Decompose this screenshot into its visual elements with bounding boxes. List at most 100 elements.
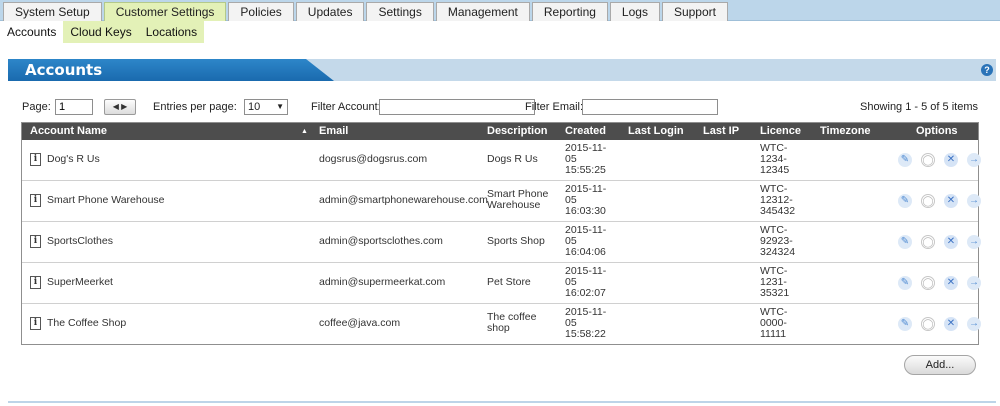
edit-icon[interactable]: ✎ xyxy=(898,153,912,167)
tab-reporting[interactable]: Reporting xyxy=(531,2,608,21)
licence-part-3: 324324 xyxy=(760,246,796,258)
col-account-name[interactable]: Account Name xyxy=(30,125,107,137)
account-description: Pet Store xyxy=(487,276,531,288)
go-icon[interactable]: → xyxy=(967,194,981,208)
info-icon[interactable]: i xyxy=(30,276,41,289)
account-email: admin@sportsclothes.com xyxy=(319,235,443,247)
col-description[interactable]: Description xyxy=(487,125,548,137)
tab-updates[interactable]: Updates xyxy=(295,2,365,21)
user-icon[interactable]: ◯ xyxy=(921,235,935,249)
page-title: Accounts xyxy=(25,61,103,79)
filter-email-input[interactable] xyxy=(582,99,718,115)
subnav-group: Cloud Keys Locations xyxy=(63,21,205,43)
grid-controls: Page: ◀ ▶ Entries per page: 10 ▼ Filter … xyxy=(22,99,978,117)
account-email: admin@smartphonewarehouse.com xyxy=(319,194,488,206)
account-name: The Coffee Shop xyxy=(47,317,127,329)
account-name: Smart Phone Warehouse xyxy=(47,194,165,206)
user-icon[interactable]: ◯ xyxy=(921,153,935,167)
tab-logs[interactable]: Logs xyxy=(609,2,660,21)
accounts-table: Account Name ▲ Email Description Created… xyxy=(21,122,981,345)
tab-system-setup[interactable]: System Setup xyxy=(3,2,102,21)
info-icon[interactable]: i xyxy=(30,194,41,207)
edit-icon[interactable]: ✎ xyxy=(898,317,912,331)
subnav-locations[interactable]: Locations xyxy=(139,21,204,43)
info-icon[interactable]: i xyxy=(30,235,41,248)
filter-account-label: Filter Account: xyxy=(311,101,381,113)
footer-divider xyxy=(8,401,996,403)
table-row[interactable]: i The Coffee Shop coffee@java.com The co… xyxy=(22,304,981,345)
created-time: 16:02:07 xyxy=(565,287,606,299)
user-icon[interactable]: ◯ xyxy=(921,194,935,208)
user-icon[interactable]: ◯ xyxy=(921,276,935,290)
table-row[interactable]: i SuperMeerket admin@supermeerkat.com Pe… xyxy=(22,263,981,304)
tab-support[interactable]: Support xyxy=(661,2,728,21)
tab-settings[interactable]: Settings xyxy=(366,2,434,21)
delete-icon[interactable]: ✕ xyxy=(944,276,958,290)
edit-icon[interactable]: ✎ xyxy=(898,276,912,290)
tab-customer-settings[interactable]: Customer Settings xyxy=(103,2,227,21)
licence-part-3: 11111 xyxy=(760,328,787,340)
account-email: dogsrus@dogsrus.com xyxy=(319,153,428,165)
delete-icon[interactable]: ✕ xyxy=(944,317,958,331)
account-email: coffee@java.com xyxy=(319,317,401,329)
account-description-2: shop xyxy=(487,322,510,334)
entries-per-page-value: 10 xyxy=(248,101,261,113)
col-timezone[interactable]: Timezone xyxy=(820,125,871,137)
account-name: SportsClothes xyxy=(47,235,113,247)
filter-account-input[interactable] xyxy=(379,99,535,115)
account-description: Dogs R Us xyxy=(487,153,538,165)
user-icon[interactable]: ◯ xyxy=(921,317,935,331)
table-header: Account Name ▲ Email Description Created… xyxy=(22,123,978,140)
add-button[interactable]: Add... xyxy=(904,355,976,375)
page-input[interactable] xyxy=(55,99,93,115)
licence-part-3: 345432 xyxy=(760,205,796,217)
edit-icon[interactable]: ✎ xyxy=(898,194,912,208)
go-icon[interactable]: → xyxy=(967,276,981,290)
pager-arrows[interactable]: ◀ ▶ xyxy=(104,99,136,115)
sort-asc-icon: ▲ xyxy=(301,128,308,135)
col-options: Options xyxy=(916,125,958,137)
top-nav-bar: System Setup Customer Settings Policies … xyxy=(0,0,1000,21)
go-icon[interactable]: → xyxy=(967,235,981,249)
account-description: Sports Shop xyxy=(487,235,545,247)
info-icon[interactable]: i xyxy=(30,317,41,330)
licence-part-3: 35321 xyxy=(760,287,790,299)
account-description-2: Warehouse xyxy=(487,199,541,211)
table-row[interactable]: i Smart Phone Warehouse admin@smartphone… xyxy=(22,181,981,222)
col-licence[interactable]: Licence xyxy=(760,125,801,137)
entries-per-page-label: Entries per page: xyxy=(153,101,237,113)
created-time: 15:55:25 xyxy=(565,164,606,176)
filter-email-label: Filter Email: xyxy=(525,101,584,113)
showing-count: Showing 1 - 5 of 5 items xyxy=(859,101,978,113)
delete-icon[interactable]: ✕ xyxy=(944,194,958,208)
help-icon[interactable]: ? xyxy=(981,64,993,76)
col-created[interactable]: Created xyxy=(565,125,606,137)
account-name: Dog's R Us xyxy=(47,153,100,165)
table-row[interactable]: i Dog's R Us dogsrus@dogsrus.com Dogs R … xyxy=(22,140,981,181)
panel-header: Accounts ? xyxy=(8,59,996,81)
licence-part-3: 12345 xyxy=(760,164,790,176)
go-icon[interactable]: → xyxy=(967,153,981,167)
col-last-login[interactable]: Last Login xyxy=(628,125,684,137)
info-icon[interactable]: i xyxy=(30,153,41,166)
col-last-ip[interactable]: Last IP xyxy=(703,125,739,137)
delete-icon[interactable]: ✕ xyxy=(944,153,958,167)
subnav-cloud-keys[interactable]: Cloud Keys xyxy=(63,21,138,43)
tab-policies[interactable]: Policies xyxy=(228,2,294,21)
page-label: Page: xyxy=(22,101,51,113)
created-time: 16:04:06 xyxy=(565,246,606,258)
entries-per-page-select[interactable]: 10 ▼ xyxy=(244,99,288,115)
subnav-accounts[interactable]: Accounts xyxy=(0,21,64,43)
account-email: admin@supermeerkat.com xyxy=(319,276,446,288)
go-icon[interactable]: → xyxy=(967,317,981,331)
created-time: 15:58:22 xyxy=(565,328,606,340)
edit-icon[interactable]: ✎ xyxy=(898,235,912,249)
sub-nav: Accounts Cloud Keys Locations xyxy=(0,21,205,43)
created-time: 16:03:30 xyxy=(565,205,606,217)
col-email[interactable]: Email xyxy=(319,125,348,137)
table-row[interactable]: i SportsClothes admin@sportsclothes.com … xyxy=(22,222,981,263)
main-tabs: System Setup Customer Settings Policies … xyxy=(3,2,730,21)
tab-management[interactable]: Management xyxy=(435,2,530,21)
account-name: SuperMeerket xyxy=(47,276,113,288)
delete-icon[interactable]: ✕ xyxy=(944,235,958,249)
